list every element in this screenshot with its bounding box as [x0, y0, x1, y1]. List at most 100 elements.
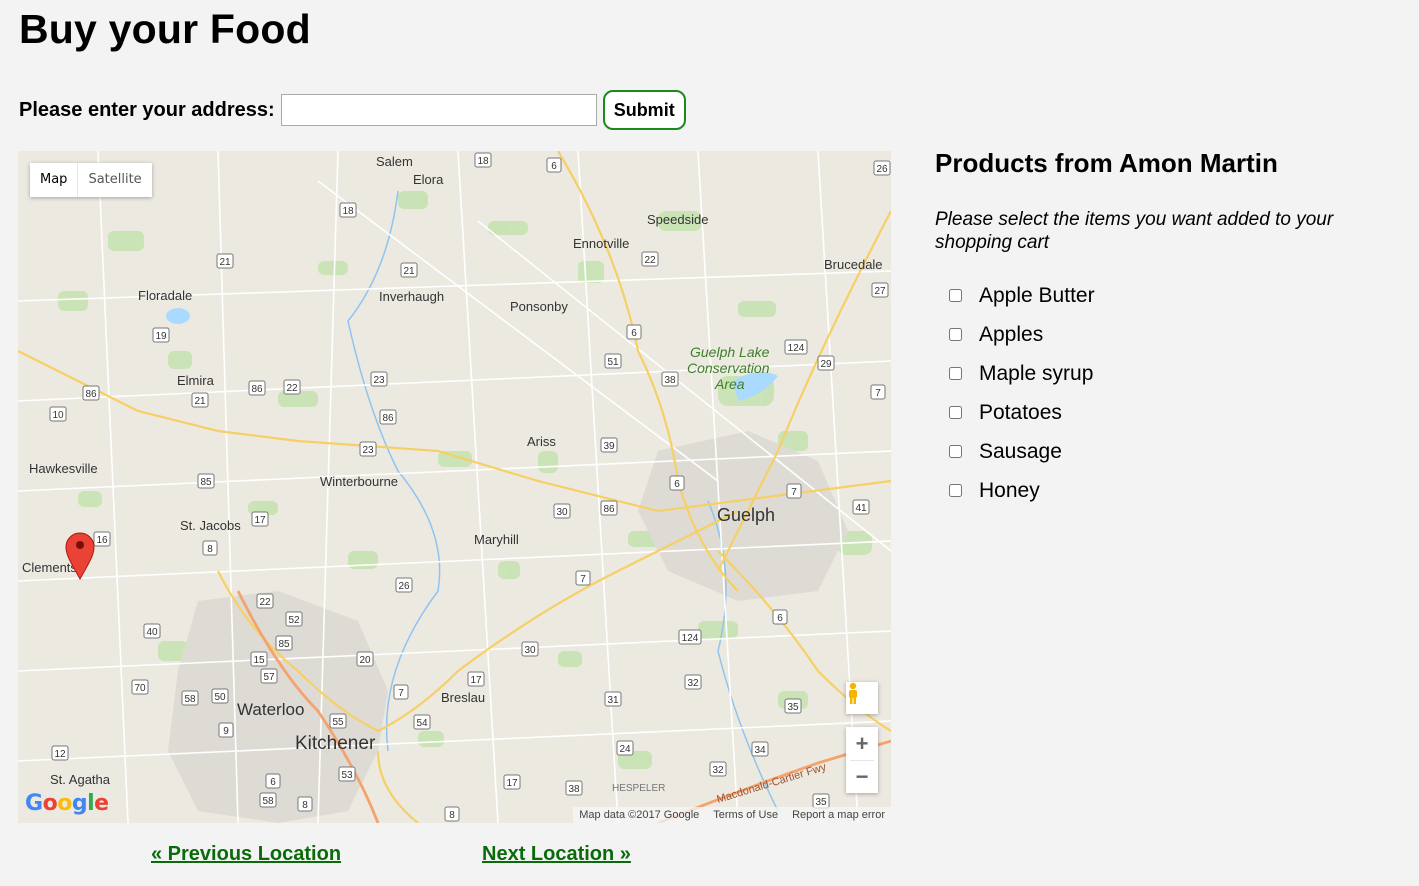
svg-text:58: 58: [184, 694, 196, 705]
svg-text:Waterloo: Waterloo: [237, 700, 304, 719]
svg-text:35: 35: [787, 702, 799, 713]
map-type-map-button[interactable]: Map: [30, 163, 79, 197]
svg-text:Winterbourne: Winterbourne: [320, 474, 398, 489]
zoom-out-button[interactable]: −: [846, 760, 878, 793]
svg-text:6: 6: [631, 328, 637, 339]
svg-text:6: 6: [777, 613, 783, 624]
svg-text:St. Jacobs: St. Jacobs: [180, 518, 241, 533]
svg-text:41: 41: [855, 503, 867, 514]
google-logo[interactable]: Google: [25, 791, 109, 816]
product-label: Potatoes: [979, 400, 1062, 424]
svg-text:7: 7: [398, 688, 404, 699]
svg-text:30: 30: [524, 645, 536, 656]
svg-text:Elora: Elora: [413, 172, 444, 187]
map[interactable]: 18 6 18 22 21 21 27 19 6 124 51 29 38 23…: [18, 151, 891, 823]
product-checkbox-apples[interactable]: [949, 328, 962, 341]
svg-text:32: 32: [687, 678, 699, 689]
product-item: Apples: [948, 315, 1395, 354]
svg-text:85: 85: [200, 477, 212, 488]
product-list: Apple Butter Apples Maple syrup Potatoes…: [948, 276, 1395, 510]
svg-text:7: 7: [580, 574, 586, 585]
address-input[interactable]: [280, 94, 597, 126]
svg-text:20: 20: [359, 655, 371, 666]
product-checkbox-potatoes[interactable]: [949, 406, 962, 419]
svg-text:50: 50: [214, 692, 226, 703]
product-item: Honey: [948, 471, 1395, 510]
svg-text:8: 8: [207, 544, 213, 555]
svg-text:Guelph: Guelph: [717, 505, 775, 525]
product-item: Apple Butter: [948, 276, 1395, 315]
address-form: Please enter your address: Submit: [19, 90, 686, 130]
svg-text:Guelph Lake: Guelph Lake: [690, 344, 770, 360]
major-roads: [18, 151, 891, 823]
svg-text:30: 30: [556, 507, 568, 518]
svg-text:17: 17: [254, 515, 266, 526]
svg-text:Ennotville: Ennotville: [573, 236, 629, 251]
svg-text:31: 31: [607, 695, 619, 706]
submit-button[interactable]: Submit: [602, 90, 686, 130]
svg-text:10: 10: [52, 410, 64, 421]
terms-of-use-link[interactable]: Terms of Use: [713, 807, 778, 823]
report-map-error-link[interactable]: Report a map error: [792, 807, 885, 823]
pegman-icon[interactable]: [846, 682, 878, 714]
svg-text:23: 23: [373, 375, 385, 386]
zoom-in-button[interactable]: +: [846, 727, 878, 760]
map-canvas[interactable]: 18 6 18 22 21 21 27 19 6 124 51 29 38 23…: [18, 151, 891, 823]
next-location-link[interactable]: Next Location »: [482, 843, 631, 866]
svg-text:21: 21: [219, 257, 231, 268]
svg-text:38: 38: [664, 375, 676, 386]
svg-text:Brucedale: Brucedale: [824, 257, 883, 272]
svg-text:Breslau: Breslau: [441, 690, 485, 705]
svg-text:6: 6: [551, 161, 557, 172]
svg-text:Ariss: Ariss: [527, 434, 556, 449]
svg-text:17: 17: [506, 778, 518, 789]
svg-text:86: 86: [603, 504, 615, 515]
svg-text:Kitchener: Kitchener: [295, 733, 376, 754]
svg-text:86: 86: [85, 389, 97, 400]
previous-location-link[interactable]: « Previous Location: [151, 843, 341, 866]
svg-text:Elmira: Elmira: [177, 373, 215, 388]
svg-text:51: 51: [607, 357, 619, 368]
svg-text:38: 38: [568, 784, 580, 795]
svg-text:21: 21: [403, 266, 415, 277]
svg-text:6: 6: [270, 777, 276, 788]
svg-text:26: 26: [876, 164, 888, 175]
svg-text:7: 7: [875, 388, 881, 399]
page-title: Buy your Food: [19, 6, 311, 52]
svg-text:22: 22: [644, 255, 656, 266]
zoom-divider: [850, 760, 874, 761]
svg-text:Hawkesville: Hawkesville: [29, 461, 98, 476]
product-checkbox-maple-syrup[interactable]: [949, 367, 962, 380]
svg-text:19: 19: [155, 331, 167, 342]
svg-text:7: 7: [791, 487, 797, 498]
svg-text:17: 17: [470, 675, 482, 686]
svg-text:18: 18: [342, 206, 354, 217]
svg-text:22: 22: [259, 597, 271, 608]
product-label: Apples: [979, 322, 1044, 346]
svg-text:55: 55: [332, 717, 344, 728]
svg-text:8: 8: [449, 810, 455, 821]
product-item: Sausage: [948, 432, 1395, 471]
svg-text:86: 86: [251, 384, 263, 395]
svg-text:Clements: Clements: [22, 560, 77, 575]
svg-text:21: 21: [194, 396, 206, 407]
map-type-satellite-button[interactable]: Satellite: [78, 163, 151, 197]
svg-text:57: 57: [263, 672, 275, 683]
product-checkbox-sausage[interactable]: [949, 445, 962, 458]
svg-text:124: 124: [682, 633, 699, 644]
svg-text:23: 23: [362, 445, 374, 456]
svg-text:6: 6: [674, 479, 680, 490]
address-label: Please enter your address:: [19, 98, 275, 121]
svg-text:8: 8: [302, 800, 308, 811]
svg-text:18: 18: [477, 156, 489, 167]
product-item: Potatoes: [948, 393, 1395, 432]
product-label: Honey: [979, 478, 1040, 502]
svg-text:9: 9: [223, 726, 229, 737]
product-label: Maple syrup: [979, 361, 1094, 385]
svg-text:70: 70: [134, 683, 146, 694]
svg-text:58: 58: [262, 796, 274, 807]
product-checkbox-honey[interactable]: [949, 484, 962, 497]
product-checkbox-apple-butter[interactable]: [949, 289, 962, 302]
svg-text:86: 86: [382, 413, 394, 424]
svg-text:52: 52: [288, 615, 300, 626]
